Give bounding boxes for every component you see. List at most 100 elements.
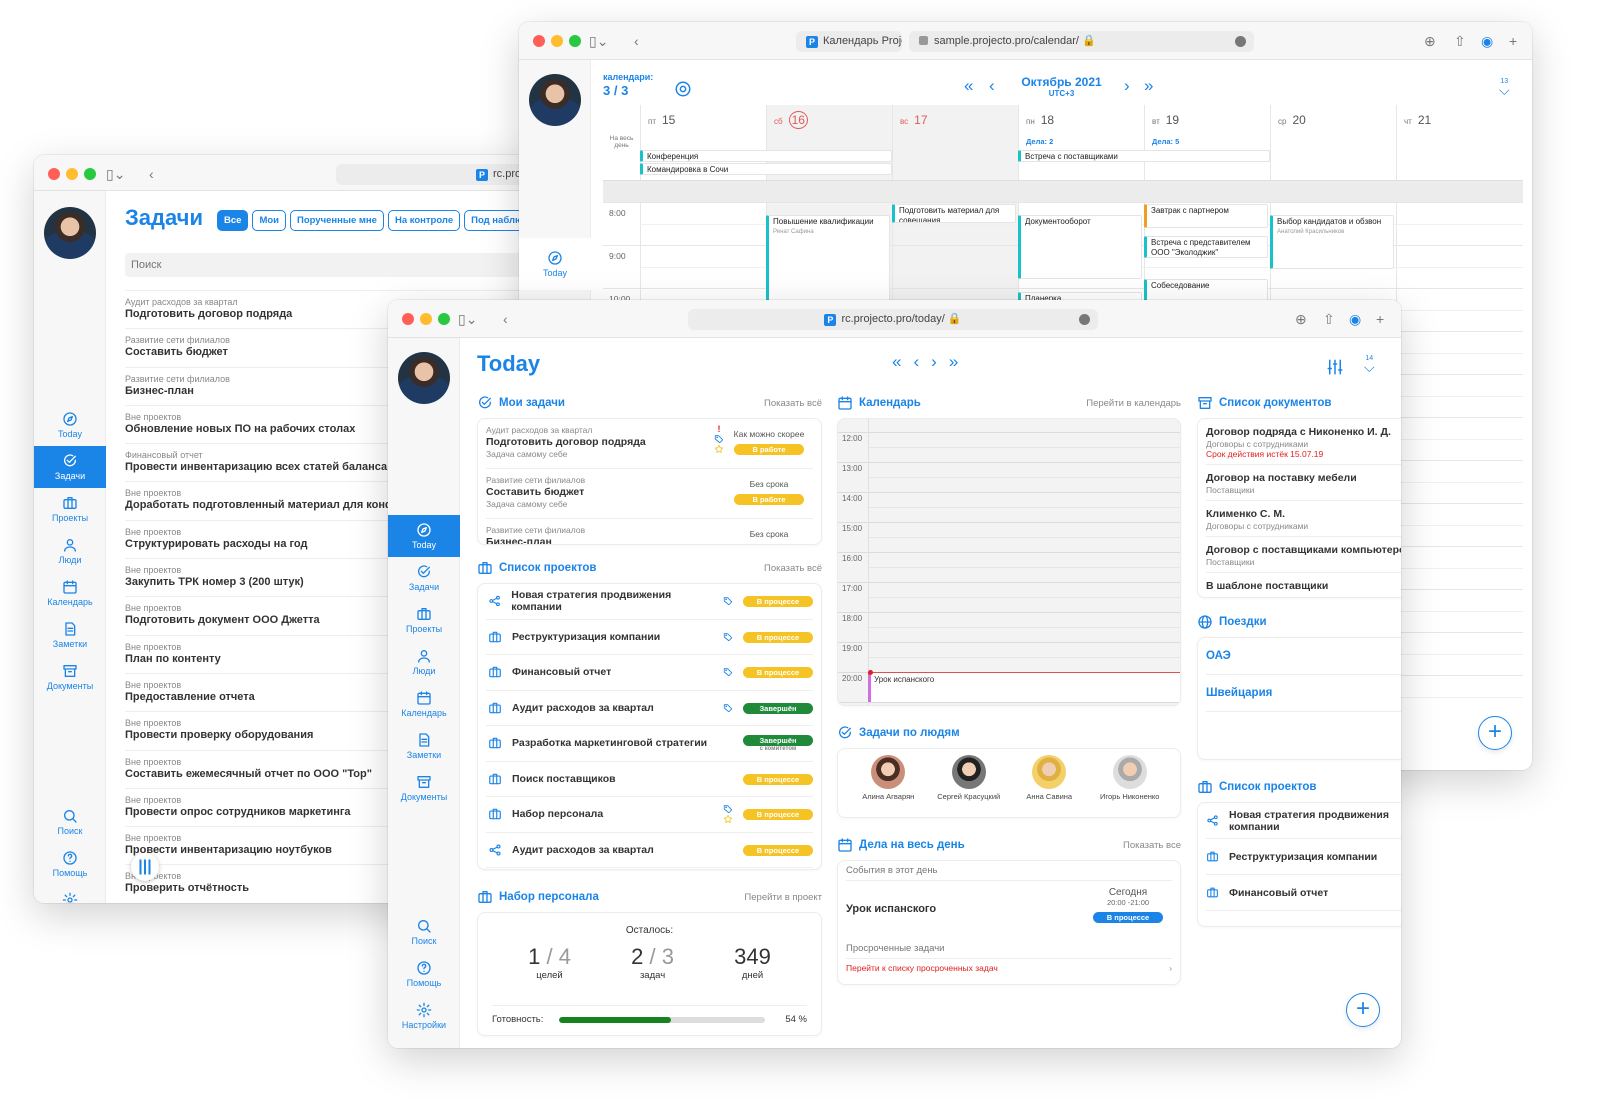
- go-to-project-link[interactable]: Перейти в проект: [744, 892, 822, 903]
- prev-week-button[interactable]: «: [892, 352, 913, 371]
- day-header[interactable]: вт19Дела: 5: [1144, 105, 1270, 180]
- next-month-button[interactable]: ›: [1124, 76, 1130, 96]
- more-icon[interactable]: [1235, 36, 1246, 47]
- sidebar-item-calendar[interactable]: Календарь: [34, 572, 106, 614]
- sidebar-item-calendar[interactable]: Календарь: [388, 683, 460, 725]
- day-header[interactable]: ср20: [1270, 105, 1396, 180]
- project-row[interactable]: Новая стратегия продвижения компанииВ пр…: [486, 584, 813, 620]
- sidebar-item-compass[interactable]: Today: [388, 515, 460, 557]
- extension-icon[interactable]: ◉: [1481, 32, 1493, 50]
- project-row[interactable]: Реструктуризация компанииВ процессе: [486, 620, 813, 656]
- doc-row[interactable]: Клименко С. М.Договоры с сотрудниками: [1206, 501, 1401, 537]
- share-icon[interactable]: ⇧: [1323, 310, 1335, 328]
- add-event-button[interactable]: +: [1478, 716, 1512, 750]
- maximize-window-button[interactable]: [438, 313, 450, 325]
- filter-tab[interactable]: Мои: [252, 210, 286, 231]
- show-all-link[interactable]: Показать всё: [764, 398, 822, 409]
- sidebar-item-notes[interactable]: Заметки: [388, 725, 460, 767]
- minimize-window-button[interactable]: [551, 35, 563, 47]
- allday-event[interactable]: Конференция: [640, 150, 892, 162]
- maximize-window-button[interactable]: [84, 168, 96, 180]
- sidebar-item-today[interactable]: Today: [519, 238, 591, 290]
- calendar-event[interactable]: Подготовить материал для совещания: [892, 204, 1016, 223]
- show-all-link[interactable]: Показать все: [1123, 840, 1181, 851]
- person[interactable]: Сергей Красуцкий: [934, 755, 1004, 817]
- new-tab-icon[interactable]: +: [1376, 310, 1384, 328]
- sidebar-item-search[interactable]: Поиск: [34, 801, 106, 843]
- avatar[interactable]: [529, 74, 581, 126]
- person[interactable]: Анна Савина: [1014, 755, 1084, 817]
- day-header[interactable]: пн18Дела: 2: [1018, 105, 1144, 180]
- prev-year-button[interactable]: «: [964, 76, 973, 96]
- calendar-event[interactable]: Документооборот: [1018, 215, 1142, 280]
- project-row[interactable]: Набор персоналаВ процессе: [486, 797, 813, 833]
- sidebar-item-archive[interactable]: Документы: [388, 767, 460, 809]
- avatar[interactable]: [44, 207, 96, 259]
- close-window-button[interactable]: [402, 313, 414, 325]
- prev-month-button[interactable]: ‹: [989, 76, 995, 96]
- prev-day-button[interactable]: ‹: [913, 352, 931, 371]
- day-header[interactable]: чт21: [1396, 105, 1522, 180]
- go-to-calendar-link[interactable]: Перейти в календарь: [1086, 398, 1181, 409]
- sidebar-item-notes[interactable]: Заметки: [34, 614, 106, 656]
- back-icon[interactable]: ‹: [149, 165, 154, 183]
- minimize-window-button[interactable]: [66, 168, 78, 180]
- eye-icon[interactable]: [674, 80, 692, 98]
- close-window-button[interactable]: [533, 35, 545, 47]
- next-year-button[interactable]: »: [1144, 76, 1153, 96]
- person[interactable]: Алина Агварян: [853, 755, 923, 817]
- show-all-link[interactable]: Показать всё: [764, 563, 822, 574]
- sidebar-item-briefcase[interactable]: Проекты: [34, 488, 106, 530]
- sidebar-item-help[interactable]: Помощь: [388, 953, 460, 995]
- download-icon[interactable]: ⊕: [1424, 32, 1436, 50]
- browser-tab[interactable]: PКалендарь Proje...: [796, 31, 902, 52]
- next-day-button[interactable]: ›: [931, 352, 949, 371]
- project-row[interactable]: Аудит расходов за кварталВ процессе: [486, 833, 813, 869]
- sidebar-toggle-icon[interactable]: ▯⌄: [458, 310, 477, 328]
- inbox-button[interactable]: 14 ⌵: [1364, 355, 1375, 372]
- sidebar-toggle-icon[interactable]: ▯⌄: [589, 32, 608, 50]
- inbox-button[interactable]: 13 ⌵: [1499, 78, 1510, 95]
- avatar[interactable]: [398, 352, 450, 404]
- sidebar-toggle-icon[interactable]: ▯⌄: [106, 165, 125, 183]
- calendars-count[interactable]: 3 / 3: [603, 83, 628, 98]
- next-week-button[interactable]: »: [949, 352, 970, 371]
- filter-tab[interactable]: Все: [217, 210, 248, 231]
- address-bar[interactable]: Prc.projecto.pro/today/ 🔒: [688, 309, 1098, 330]
- allday-event[interactable]: Урок испанского Сегодня 20:00 -21:00 В п…: [846, 881, 1172, 939]
- doc-row[interactable]: Договор подряда с Никоненко И. Д.Договор…: [1206, 419, 1401, 465]
- calendar-event[interactable]: Встреча с представителем ООО "Эколоджик": [1144, 236, 1268, 258]
- back-icon[interactable]: ‹: [634, 32, 639, 50]
- new-tab-icon[interactable]: +: [1509, 32, 1517, 50]
- add-button[interactable]: +: [1346, 993, 1380, 1027]
- sidebar-item-archive[interactable]: Документы: [34, 656, 106, 698]
- more-icon[interactable]: [1079, 314, 1090, 325]
- calendar-event[interactable]: Урок испанского: [868, 672, 1180, 702]
- sidebar-item-check[interactable]: Задачи: [34, 446, 106, 488]
- share-icon[interactable]: ⇧: [1454, 32, 1466, 50]
- doc-row[interactable]: В шаблоне поставщики: [1206, 573, 1401, 598]
- sidebar-item-help[interactable]: Помощь: [34, 843, 106, 885]
- calendar-event[interactable]: Выбор кандидатов и обзвонАнатолий Красил…: [1270, 215, 1394, 269]
- trip-row[interactable]: Швейцария: [1206, 675, 1401, 712]
- close-window-button[interactable]: [48, 168, 60, 180]
- sidebar-item-check[interactable]: Задачи: [388, 557, 460, 599]
- doc-row[interactable]: Договор на поставку мебелиПоставщики: [1206, 465, 1401, 501]
- day-count-link[interactable]: Дела: 5: [1152, 137, 1262, 146]
- project-row[interactable]: Реструктуризация компании: [1206, 839, 1401, 875]
- calendar-event[interactable]: Завтрак с партнером: [1144, 204, 1268, 228]
- person[interactable]: Игорь Никоненко: [1095, 755, 1165, 817]
- sidebar-item-briefcase[interactable]: Проекты: [388, 599, 460, 641]
- sidebar-item-gear[interactable]: Настройки: [34, 885, 106, 903]
- project-row[interactable]: Аудит расходов за кварталЗавершён: [486, 691, 813, 727]
- allday-event[interactable]: Командировка в Сочи: [640, 163, 892, 175]
- maximize-window-button[interactable]: [569, 35, 581, 47]
- task-row[interactable]: Развитие сети филиаловБизнес-планБез сро…: [486, 519, 813, 545]
- back-icon[interactable]: ‹: [503, 310, 508, 328]
- project-row[interactable]: Финансовый отчетВ процессе: [486, 655, 813, 691]
- sidebar-item-gear[interactable]: Настройки: [388, 995, 460, 1037]
- allday-event[interactable]: Встреча с поставщиками: [1018, 150, 1270, 162]
- project-row[interactable]: Разработка маркетинговой стратегииЗаверш…: [486, 726, 813, 762]
- trip-row[interactable]: ОАЭ: [1206, 638, 1401, 675]
- project-row[interactable]: Новая стратегия продвижения компании: [1206, 803, 1401, 839]
